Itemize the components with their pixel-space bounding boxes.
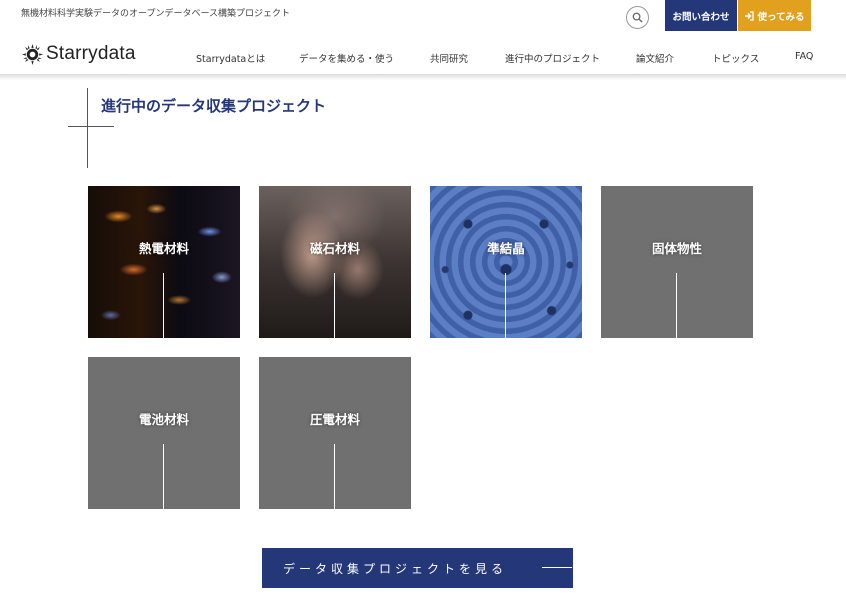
project-card-solid-state[interactable]: 固体物性 [601, 186, 753, 338]
section-title: 進行中のデータ収集プロジェクト [101, 97, 327, 115]
project-card-thermoelectric[interactable]: 熱電材料 [88, 186, 240, 338]
try-button[interactable]: 使ってみる [738, 0, 811, 31]
card-image [88, 186, 240, 338]
cta-arrow-line [542, 567, 572, 568]
view-projects-button-label: データ収集プロジェクトを見る [283, 561, 508, 576]
project-card-label: 熱電材料 [138, 241, 189, 256]
title-decoration-horizontal [68, 126, 114, 127]
project-card-label: 磁石材料 [309, 241, 360, 256]
project-card-label: 固体物性 [651, 241, 702, 256]
nav-item-papers[interactable]: 論文紹介 [636, 51, 674, 65]
contact-button-label: お問い合わせ [672, 11, 730, 23]
card-image [259, 186, 411, 338]
nav-item-joint-research[interactable]: 共同研究 [430, 51, 468, 65]
project-card-magnet[interactable]: 磁石材料 [259, 186, 411, 338]
try-button-label: 使ってみる [757, 11, 805, 23]
header-divider [0, 74, 846, 80]
main-nav: Starrydataとは データを集める・使う 共同研究 進行中のプロジェクト … [0, 51, 846, 65]
nav-item-collect-use[interactable]: データを集める・使う [299, 51, 394, 65]
project-card-quasicrystal[interactable]: 準結晶 [430, 186, 582, 338]
card-image [601, 186, 753, 338]
card-accent-line [163, 273, 164, 338]
nav-item-faq[interactable]: FAQ [795, 51, 813, 62]
card-image [88, 357, 240, 509]
title-decoration-vertical [87, 88, 88, 168]
project-card-battery[interactable]: 電池材料 [88, 357, 240, 509]
site-tagline: 無機材料科学実験データのオープンデータベース構築プロジェクト [21, 9, 291, 19]
nav-item-ongoing-projects[interactable]: 進行中のプロジェクト [505, 51, 600, 65]
card-image [430, 186, 582, 338]
project-card-label: 準結晶 [487, 241, 525, 256]
nav-item-topics[interactable]: トピックス [712, 51, 759, 65]
nav-item-about[interactable]: Starrydataとは [196, 51, 265, 65]
project-card-label: 圧電材料 [309, 412, 360, 427]
project-card-label: 電池材料 [138, 412, 189, 427]
card-accent-line [334, 444, 335, 509]
card-accent-line [163, 444, 164, 509]
sign-in-icon [745, 10, 755, 21]
search-icon [632, 12, 643, 23]
card-accent-line [676, 273, 677, 338]
view-projects-button[interactable]: データ収集プロジェクトを見る [262, 548, 573, 588]
project-card-piezoelectric[interactable]: 圧電材料 [259, 357, 411, 509]
card-image [259, 357, 411, 509]
contact-button[interactable]: お問い合わせ [665, 0, 737, 31]
search-button[interactable] [626, 6, 649, 29]
card-accent-line [334, 273, 335, 338]
card-accent-line [505, 273, 506, 338]
